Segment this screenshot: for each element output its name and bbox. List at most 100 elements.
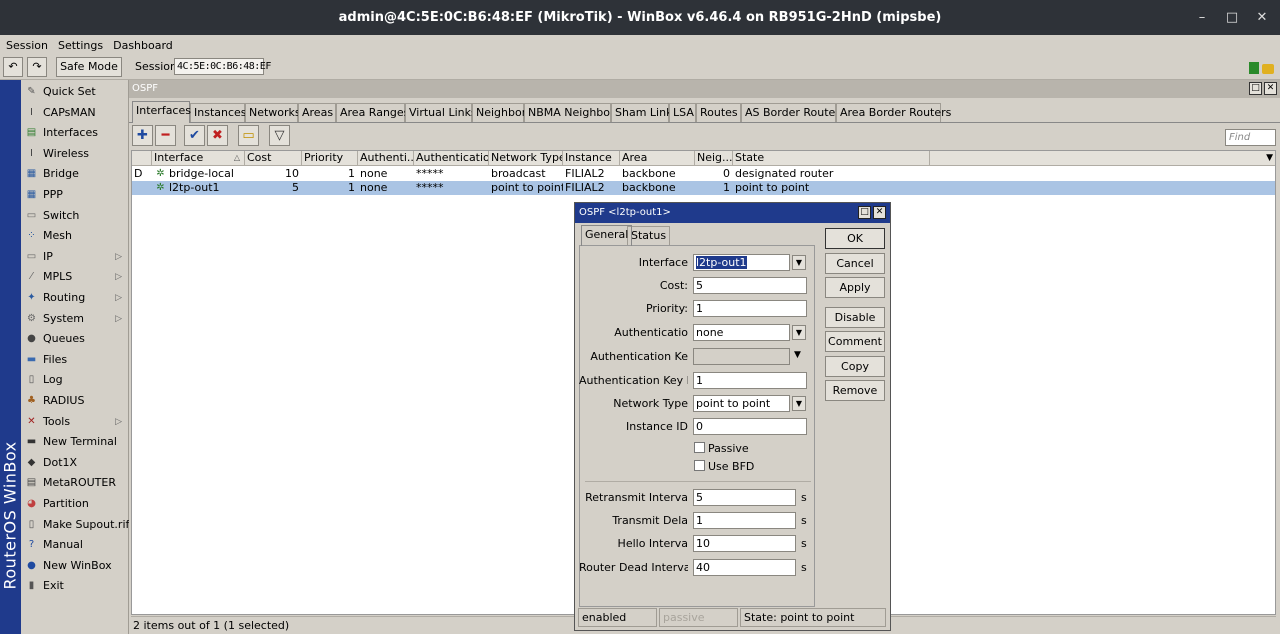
sidebar-item-make-supout-rif[interactable]: ▯ Make Supout.rif	[21, 515, 130, 535]
tab-area-border-routers[interactable]: Area Border Routers	[836, 103, 951, 122]
column-header[interactable]: Neig...	[695, 151, 733, 166]
tab-sham-links[interactable]: Sham Links	[611, 103, 678, 122]
sidebar-item-wireless[interactable]: Ⅰ Wireless	[21, 144, 128, 164]
cost-input[interactable]: 5	[693, 277, 807, 294]
disable-icon[interactable]: ✖	[207, 125, 228, 146]
sidebar-item-exit[interactable]: ▮ Exit	[21, 576, 128, 596]
tab-nbma-neighbors[interactable]: NBMA Neighbors	[524, 103, 620, 122]
close-icon[interactable]: ✕	[1264, 82, 1277, 95]
sidebar-item-log[interactable]: ▯ Log	[21, 370, 128, 390]
sidebar-item-queues[interactable]: ● Queues	[21, 329, 128, 349]
authentication-key-id-input[interactable]: 1	[693, 372, 807, 389]
close-icon[interactable]: ✕	[1250, 0, 1274, 35]
comment-icon[interactable]: ▭	[238, 125, 259, 146]
sidebar-item-new-terminal[interactable]: ▬ New Terminal	[21, 432, 128, 452]
table-row[interactable]: l2tp-out1 ✲ 5 1 none ***** point to point FILIA…	[132, 181, 1275, 195]
network-type-select[interactable]: point to point	[693, 395, 790, 412]
sidebar-item-tools[interactable]: ✕ Tools ▷	[21, 412, 128, 432]
sidebar-item-mesh[interactable]: ⁘ Mesh	[21, 226, 128, 246]
session-field[interactable]: 4C:5E:0C:B6:48:EF	[174, 58, 271, 75]
tab-status[interactable]: Status	[627, 226, 671, 245]
tab-interfaces[interactable]: Interfaces	[132, 101, 191, 123]
menu-session[interactable]: Session	[0, 35, 52, 52]
safe-mode-button[interactable]: Safe Mode	[56, 57, 122, 77]
tab-routes[interactable]: Routes	[696, 103, 741, 122]
column-header[interactable]: State	[733, 151, 930, 166]
column-header[interactable]: Area	[620, 151, 695, 166]
column-header[interactable]: Authenticatio...	[414, 151, 489, 166]
menu-dashboard[interactable]: Dashboard	[107, 35, 177, 52]
maximize-icon[interactable]: □	[1220, 0, 1244, 35]
disable-button[interactable]: Disable	[825, 307, 885, 328]
minimize-icon[interactable]: –	[1190, 0, 1214, 35]
sidebar-item-ip[interactable]: ▭ IP ▷	[21, 247, 128, 267]
column-header[interactable]: Cost	[245, 151, 302, 166]
undo-button[interactable]: ↶	[3, 57, 23, 77]
authentication-select[interactable]: none	[693, 324, 790, 341]
column-header[interactable]: Interface △	[152, 151, 245, 166]
sidebar-item-mpls[interactable]: ⁄ MPLS ▷	[21, 267, 128, 287]
find-input[interactable]: Find	[1225, 129, 1276, 146]
passive-checkbox[interactable]	[694, 442, 705, 453]
close-icon[interactable]: ✕	[873, 206, 886, 219]
redo-button[interactable]: ↷	[27, 57, 47, 77]
restore-icon[interactable]: □	[858, 206, 871, 219]
apply-button[interactable]: Apply	[825, 277, 885, 298]
add-icon[interactable]: ✚	[132, 125, 153, 146]
sidebar-item-interfaces[interactable]: ▤ Interfaces	[21, 123, 128, 143]
sidebar-item-manual[interactable]: ? Manual	[21, 535, 128, 555]
router-dead-interval-input[interactable]: 40	[693, 559, 796, 576]
retransmit-interval-input[interactable]: 5	[693, 489, 796, 506]
cancel-button[interactable]: Cancel	[825, 253, 885, 274]
filter-icon[interactable]: ▽	[269, 125, 290, 146]
interface-select[interactable]: l2tp-out1	[693, 254, 790, 271]
authentication-key-input[interactable]	[693, 348, 790, 365]
remove-icon[interactable]: ━	[155, 125, 176, 146]
sidebar-item-quick-set[interactable]: ✎ Quick Set	[21, 82, 128, 102]
network-type-dropdown-icon[interactable]: ▼	[792, 396, 806, 411]
column-header[interactable]: Instance	[563, 151, 620, 166]
sidebar-item-metarouter[interactable]: ▤ MetaROUTER	[21, 473, 128, 493]
column-header[interactable]: Priority	[302, 151, 358, 166]
tab-instances[interactable]: Instances	[190, 103, 247, 122]
table-row[interactable]: Dbridge-local ✲ 10 1 none ***** broadcast FILIA…	[132, 167, 1275, 181]
tab-area-ranges[interactable]: Area Ranges	[336, 103, 409, 122]
tab-general[interactable]: General	[581, 225, 633, 246]
sidebar-item-radius[interactable]: ♣ RADIUS	[21, 391, 128, 411]
sidebar-item-files[interactable]: ▬ Files	[21, 350, 128, 370]
tab-virtual-links[interactable]: Virtual Links	[405, 103, 477, 122]
sidebar-item-new-winbox[interactable]: ● New WinBox	[21, 556, 128, 576]
sidebar-item-routing[interactable]: ✦ Routing ▷	[21, 288, 128, 308]
ok-button[interactable]: OK	[825, 228, 885, 249]
column-header[interactable]: Authenti...	[358, 151, 414, 166]
tab-networks[interactable]: Networks	[245, 103, 301, 122]
instance-id-input[interactable]: 0	[693, 418, 807, 435]
column-header[interactable]	[132, 151, 152, 166]
hello-interval-input[interactable]: 10	[693, 535, 796, 552]
tab-neighbors[interactable]: Neighbors	[472, 103, 532, 122]
tab-lsa[interactable]: LSA	[669, 103, 696, 122]
sidebar-item-partition[interactable]: ◕ Partition	[21, 494, 128, 514]
sidebar-item-system[interactable]: ⚙ System ▷	[21, 309, 128, 329]
sidebar-item-dot1x[interactable]: ◆ Dot1X	[21, 453, 128, 473]
menu-settings[interactable]: Settings	[52, 35, 107, 52]
column-header[interactable]: Network Type	[489, 151, 563, 166]
sidebar-item-ppp[interactable]: ▦ PPP	[21, 185, 128, 205]
authentication-key-dropdown-icon[interactable]: ▼	[794, 350, 801, 360]
interface-dropdown-icon[interactable]: ▼	[792, 255, 806, 270]
sidebar-item-capsman[interactable]: Ⅰ CAPsMAN	[21, 103, 128, 123]
enable-icon[interactable]: ✔	[184, 125, 205, 146]
authentication-dropdown-icon[interactable]: ▼	[792, 325, 806, 340]
copy-button[interactable]: Copy	[825, 356, 885, 377]
column-menu-icon[interactable]: ▼	[1266, 151, 1273, 165]
use-bfd-checkbox[interactable]	[694, 460, 705, 471]
priority-input[interactable]: 1	[693, 300, 807, 317]
tab-areas[interactable]: Areas	[298, 103, 336, 122]
transmit-delay-input[interactable]: 1	[693, 512, 796, 529]
tab-as-border-routers[interactable]: AS Border Routers	[741, 103, 846, 122]
sidebar-item-switch[interactable]: ▭ Switch	[21, 206, 128, 226]
remove-button[interactable]: Remove	[825, 380, 885, 401]
sidebar-item-bridge[interactable]: ▦ Bridge	[21, 164, 128, 184]
restore-icon[interactable]: □	[1249, 82, 1262, 95]
comment-button[interactable]: Comment	[825, 331, 885, 352]
